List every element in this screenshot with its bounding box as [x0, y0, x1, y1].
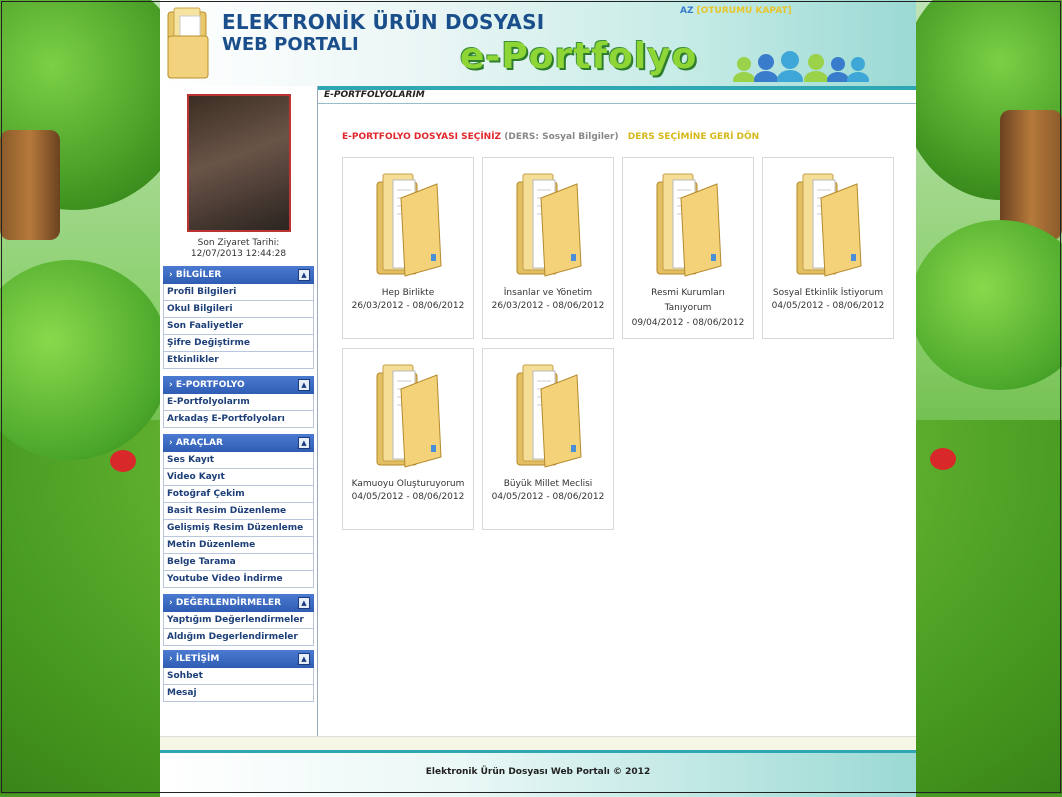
tree-left-trunk — [0, 130, 60, 240]
folder-card[interactable]: Büyük Millet Meclisi 04/05/2012 - 08/06/… — [482, 348, 614, 530]
folder-card[interactable]: Hep Birlikte 26/03/2012 - 08/06/2012 — [342, 157, 474, 339]
last-visit-label: Son Ziyaret Tarihi: — [197, 238, 280, 248]
sidebar-item-fotograf[interactable]: Fotoğraf Çekim — [163, 486, 314, 503]
collapse-icon[interactable]: ▲ — [298, 269, 310, 281]
back-to-course-link[interactable]: DERS SEÇİMİNE GERİ DÖN — [628, 132, 759, 142]
portal-title-line2: WEB PORTALI — [222, 34, 359, 55]
footer-strip — [160, 736, 916, 751]
folder-card[interactable]: İnsanlar ve Yönetim 26/03/2012 - 08/06/2… — [482, 157, 614, 339]
brand-logo: e-Portfolyo — [460, 36, 698, 77]
section-title: › İLETİŞİM — [169, 654, 220, 664]
sidebar-item-video[interactable]: Video Kayıt — [163, 469, 314, 486]
section-title: › DEĞERLENDİRMELER — [169, 598, 282, 608]
collapse-icon[interactable]: ▲ — [298, 653, 310, 665]
sidebar-item-basit-resim[interactable]: Basit Resim Düzenleme — [163, 503, 314, 520]
page-header: ELEKTRONİK ÜRÜN DOSYASI WEB PORTALI e-Po… — [160, 0, 916, 90]
section-header[interactable]: › BİLGİLER ▲ — [163, 266, 314, 284]
folder-card[interactable]: Sosyal Etkinlik İstiyorum 04/05/2012 - 0… — [762, 157, 894, 339]
collapse-icon[interactable]: ▲ — [298, 379, 310, 391]
course-label: (DERS: Sosyal Bilgiler) — [504, 132, 619, 142]
collapse-icon[interactable]: ▲ — [298, 437, 310, 449]
sidebar-item-youtube[interactable]: Youtube Video İndirme — [163, 571, 314, 588]
last-visit: Son Ziyaret Tarihi: 12/07/2013 12:44:28 — [160, 238, 317, 260]
sidebar-item-profil[interactable]: Profil Bilgileri — [163, 284, 314, 301]
folder-card[interactable]: Resmi Kurumları Tanıyorum 09/04/2012 - 0… — [622, 157, 754, 339]
section-degerlendirmeler: › DEĞERLENDİRMELER ▲ Yaptığım Değerlendir… — [163, 594, 314, 646]
section-header[interactable]: › İLETİŞİM ▲ — [163, 650, 314, 668]
folder-name: Sosyal Etkinlik İstiyorum — [772, 288, 884, 298]
folder-icon — [516, 173, 582, 277]
last-visit-value: 12/07/2013 12:44:28 — [190, 249, 287, 259]
sidebar-item-sifre[interactable]: Şifre Değiştirme — [163, 335, 314, 352]
sidebar-item-yaptigim[interactable]: Yaptığım Değerlendirmeler — [163, 612, 314, 629]
sidebar-item-ses[interactable]: Ses Kayıt — [163, 452, 314, 469]
mushroom-right — [930, 448, 956, 470]
folder-name: Büyük Millet Meclisi — [503, 479, 593, 489]
sidebar-item-sohbet[interactable]: Sohbet — [163, 668, 314, 685]
sidebar-item-belge[interactable]: Belge Tarama — [163, 554, 314, 571]
sidebar-item-arkadas[interactable]: Arkadaş E-Portfolyoları — [163, 411, 314, 428]
mushroom-left — [110, 450, 136, 472]
folder-name: Kamuoyu Oluşturuyorum — [351, 479, 465, 489]
section-title: › E-PORTFOLYO — [169, 380, 245, 390]
copyright-text: Elektronik Ürün Dosyası Web Portalı © 20… — [425, 767, 651, 777]
section-eportfolyo: › E-PORTFOLYO ▲ E-Portfolyolarım Arkadaş … — [163, 376, 314, 428]
portal-page: ELEKTRONİK ÜRÜN DOSYASI WEB PORTALI e-Po… — [160, 0, 916, 797]
folder-dates: 09/04/2012 - 08/06/2012 — [631, 318, 745, 328]
collapse-icon[interactable]: ▲ — [298, 597, 310, 609]
users-group-icon — [733, 51, 869, 82]
main-content: E-PORTFOLYOLARIM E-PORTFOLYO DOSYASI SEÇ… — [318, 86, 916, 736]
folder-logo-icon — [167, 7, 209, 79]
folder-name: İnsanlar ve Yönetim — [503, 288, 593, 298]
portal-title-line1: ELEKTRONİK ÜRÜN DOSYASI — [222, 10, 545, 34]
user-bar: AZ [OTURUMU KAPAT] — [680, 6, 792, 16]
sidebar-item-eportfolyolarim[interactable]: E-Portfolyolarım — [163, 394, 314, 411]
folder-icon — [656, 173, 722, 277]
section-title: › BİLGİLER — [169, 270, 222, 280]
folder-dates: 04/05/2012 - 08/06/2012 — [351, 492, 465, 502]
folder-dates: 04/05/2012 - 08/06/2012 — [491, 492, 605, 502]
sidebar-item-faaliyetler[interactable]: Son Faaliyetler — [163, 318, 314, 335]
sidebar-item-metin[interactable]: Metin Düzenleme — [163, 537, 314, 554]
folder-dates: 26/03/2012 - 08/06/2012 — [351, 301, 465, 311]
folder-dates: 26/03/2012 - 08/06/2012 — [491, 301, 605, 311]
section-araclar: › ARAÇLAR ▲ Ses Kayıt Video Kayıt Fotoğra… — [163, 434, 314, 588]
folder-icon — [796, 173, 862, 277]
sidebar-item-mesaj[interactable]: Mesaj — [163, 685, 314, 702]
sidebar-item-gelismis-resim[interactable]: Gelişmiş Resim Düzenleme — [163, 520, 314, 537]
folder-icon — [376, 364, 442, 468]
sidebar-item-okul[interactable]: Okul Bilgileri — [163, 301, 314, 318]
folder-icon — [376, 173, 442, 277]
sidebar: Son Ziyaret Tarihi: 12/07/2013 12:44:28 … — [160, 86, 318, 736]
folder-dates: 04/05/2012 - 08/06/2012 — [771, 301, 885, 311]
folder-name: Resmi Kurumları Tanıyorum — [651, 288, 725, 313]
section-header[interactable]: › DEĞERLENDİRMELER ▲ — [163, 594, 314, 612]
section-title: › ARAÇLAR — [169, 438, 223, 448]
breadcrumb: E-PORTFOLYOLARIM — [318, 86, 916, 104]
logout-link[interactable]: [OTURUMU KAPAT] — [697, 6, 792, 16]
section-header[interactable]: › ARAÇLAR ▲ — [163, 434, 314, 452]
select-label: E-PORTFOLYO DOSYASI SEÇİNİZ — [342, 132, 502, 142]
page-footer: Elektronik Ürün Dosyası Web Portalı © 20… — [160, 750, 916, 797]
user-name: AZ — [680, 6, 694, 16]
sidebar-item-aldigim[interactable]: Aldığım Degerlendirmeler — [163, 629, 314, 646]
avatar — [187, 94, 291, 232]
folder-card[interactable]: Kamuoyu Oluşturuyorum 04/05/2012 - 08/06… — [342, 348, 474, 530]
folder-name: Hep Birlikte — [381, 288, 435, 298]
section-header[interactable]: › E-PORTFOLYO ▲ — [163, 376, 314, 394]
folder-icon — [516, 364, 582, 468]
section-iletisim: › İLETİŞİM ▲ Sohbet Mesaj — [163, 650, 314, 702]
sidebar-item-etkinlikler[interactable]: Etkinlikler — [163, 352, 314, 369]
selection-heading: E-PORTFOLYO DOSYASI SEÇİNİZ (DERS: Sosya… — [342, 132, 759, 142]
section-bilgiler: › BİLGİLER ▲ Profil Bilgileri Okul Bilgil… — [163, 266, 314, 369]
